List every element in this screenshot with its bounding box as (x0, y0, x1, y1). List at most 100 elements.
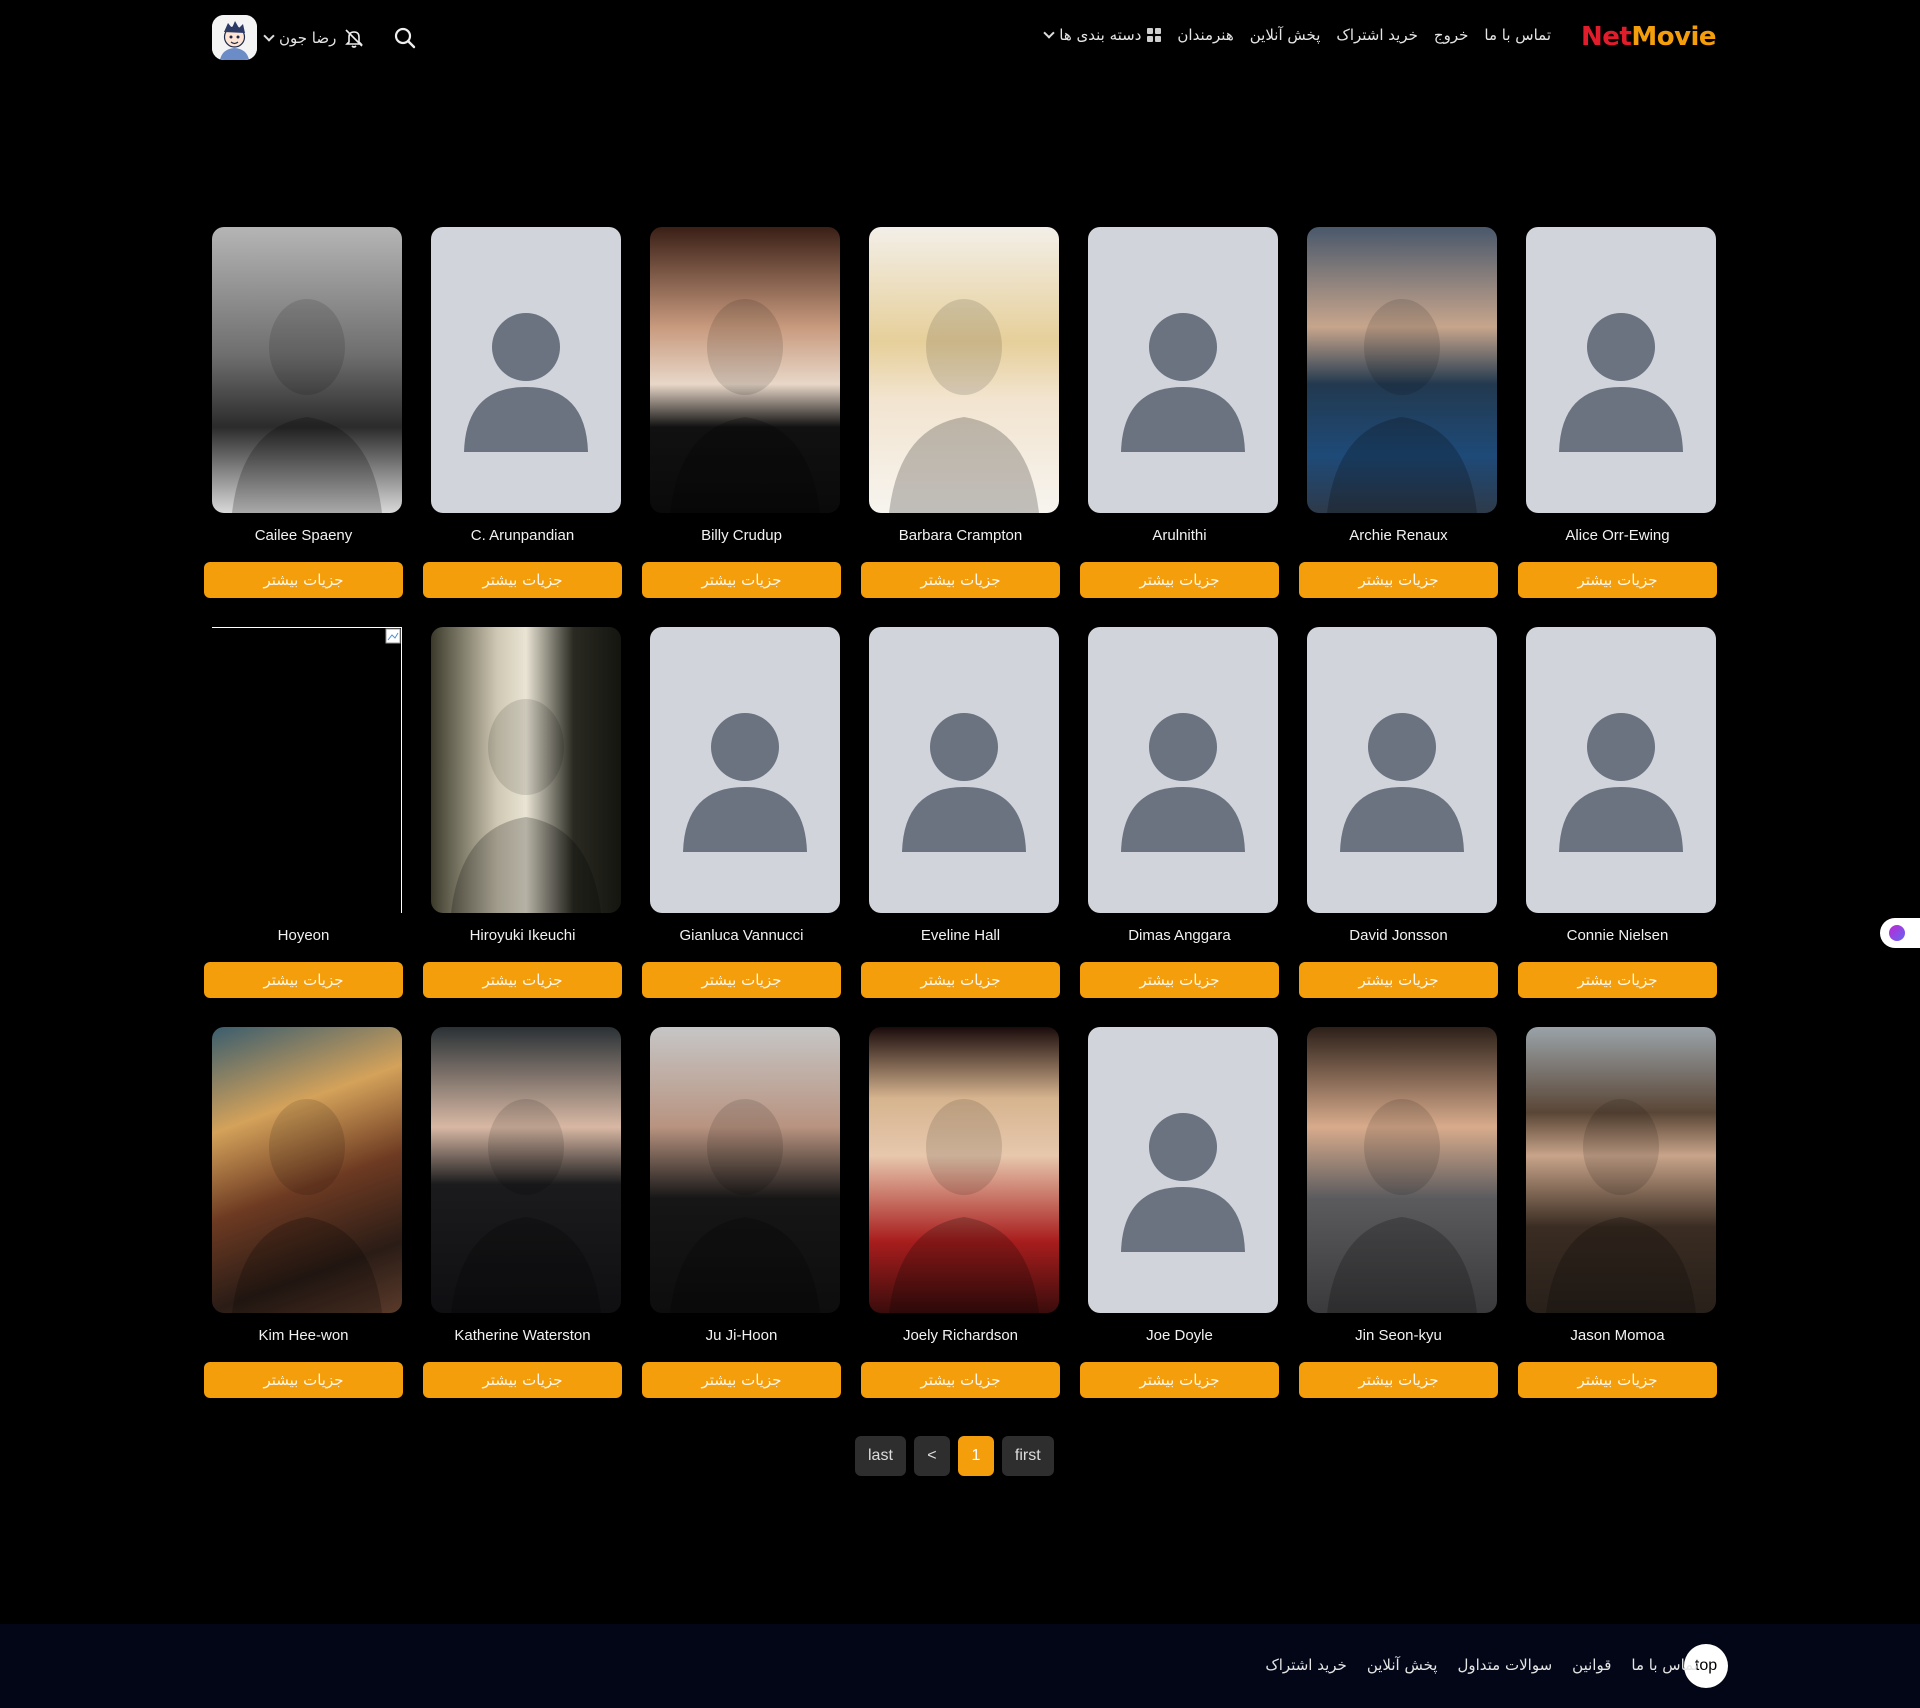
page-current-button[interactable]: 1 (957, 1436, 994, 1476)
page-first-button[interactable]: first (1001, 1436, 1054, 1476)
more-details-button[interactable]: جزیات بیشتر (642, 962, 841, 998)
actor-name: Alice Orr-Ewing (1565, 527, 1670, 544)
nav-stream[interactable]: پخش آنلاین (1250, 26, 1321, 44)
actor-grid: Cailee Spaeny جزیات بیشتر C. Arunpandian جز… (204, 227, 1717, 1427)
actor-photo[interactable] (650, 227, 840, 513)
user-placeholder-icon[interactable] (1088, 1027, 1278, 1313)
more-details-button[interactable]: جزیات بیشتر (861, 1362, 1060, 1398)
actor-name: David Jonsson (1349, 927, 1448, 944)
actor-card: Jin Seon-kyu جزیات بیشتر (1299, 1027, 1498, 1427)
actor-name: Kim Hee-won (258, 1327, 349, 1344)
more-details-button[interactable]: جزیات بیشتر (642, 562, 841, 598)
actor-name: Barbara Crampton (898, 527, 1023, 544)
broken-image-icon[interactable] (212, 627, 402, 913)
actor-name: Joe Doyle (1146, 1327, 1213, 1344)
more-details-button[interactable]: جزیات بیشتر (1080, 562, 1279, 598)
actor-photo[interactable] (1307, 227, 1497, 513)
more-details-button[interactable]: جزیات بیشتر (1080, 1362, 1279, 1398)
actor-photo[interactable] (1307, 1027, 1497, 1313)
user-placeholder-icon[interactable] (869, 627, 1059, 913)
nav-contact[interactable]: تماس با ما (1484, 26, 1551, 44)
more-details-button[interactable]: جزیات بیشتر (642, 1362, 841, 1398)
more-details-button[interactable]: جزیات بیشتر (204, 562, 403, 598)
actor-name: Dimas Anggara (1128, 927, 1231, 944)
page-last-button[interactable]: last (855, 1436, 906, 1476)
actor-name: Connie Nielsen (1566, 927, 1669, 944)
actor-card: Eveline Hall جزیات بیشتر (861, 627, 1060, 1027)
more-details-button[interactable]: جزیات بیشتر (1080, 962, 1279, 998)
user-placeholder-icon[interactable] (1088, 227, 1278, 513)
nav-categories[interactable]: دسته بندی ها (1043, 26, 1162, 44)
actor-card: Cailee Spaeny جزیات بیشتر (204, 227, 403, 627)
actor-name: Gianluca Vannucci (679, 927, 804, 944)
more-details-button[interactable]: جزیات بیشتر (423, 962, 622, 998)
user-name: رضا جون (279, 28, 337, 47)
actor-name: Cailee Spaeny (254, 527, 353, 544)
user-placeholder-icon[interactable] (1088, 627, 1278, 913)
search-icon[interactable] (394, 27, 416, 49)
user-placeholder-icon[interactable] (650, 627, 840, 913)
more-details-button[interactable]: جزیات بیشتر (861, 962, 1060, 998)
actor-name: Ju Ji-Hoon (705, 1327, 778, 1344)
user-placeholder-icon[interactable] (1526, 227, 1716, 513)
more-details-button[interactable]: جزیات بیشتر (1518, 562, 1717, 598)
actor-card: Katherine Waterston جزیات بیشتر (423, 1027, 622, 1427)
actor-name: Jason Momoa (1570, 1327, 1665, 1344)
footer-link[interactable]: سوالات متداول (1457, 1656, 1552, 1674)
user-name-dropdown[interactable]: رضا جون (263, 28, 337, 47)
user-placeholder-icon[interactable] (1307, 627, 1497, 913)
nav-logout[interactable]: خروج (1434, 26, 1468, 44)
actor-card: Connie Nielsen جزیات بیشتر (1518, 627, 1717, 1027)
actor-name: Katherine Waterston (454, 1327, 591, 1344)
actor-photo[interactable] (869, 1027, 1059, 1313)
actor-card: Ju Ji-Hoon جزیات بیشتر (642, 1027, 841, 1427)
page-prev-button[interactable]: < (913, 1436, 950, 1476)
actor-photo[interactable] (212, 1027, 402, 1313)
notification-bell-off-icon[interactable] (344, 28, 364, 48)
more-details-button[interactable]: جزیات بیشتر (1299, 962, 1498, 998)
actor-name: Jin Seon-kyu (1355, 1327, 1442, 1344)
logo-movie: Movie (1631, 22, 1717, 52)
actor-card: Archie Renaux جزیات بیشتر (1299, 227, 1498, 627)
nav-categories-label: دسته بندی ها (1059, 26, 1142, 44)
actor-photo[interactable] (1526, 1027, 1716, 1313)
actor-card: C. Arunpandian جزیات بیشتر (423, 227, 622, 627)
actor-name: Billy Crudup (701, 527, 782, 544)
actor-name: Joely Richardson (902, 1327, 1019, 1344)
more-details-button[interactable]: جزیات بیشتر (204, 962, 403, 998)
more-details-button[interactable]: جزیات بیشتر (204, 1362, 403, 1398)
actor-photo[interactable] (869, 227, 1059, 513)
actor-card: Barbara Crampton جزیات بیشتر (861, 227, 1060, 627)
more-details-button[interactable]: جزیات بیشتر (1518, 962, 1717, 998)
more-details-button[interactable]: جزیات بیشتر (423, 1362, 622, 1398)
main-nav: دسته بندی ها هنرمندان پخش آنلاین خرید اش… (1043, 26, 1551, 44)
nav-subscribe[interactable]: خرید اشتراک (1336, 26, 1418, 44)
actor-photo[interactable] (431, 627, 621, 913)
actor-card: Jason Momoa جزیات بیشتر (1518, 1027, 1717, 1427)
avatar[interactable] (212, 15, 257, 60)
nav-artists[interactable]: هنرمندان (1177, 26, 1233, 44)
footer-link[interactable]: خرید اشتراک (1265, 1656, 1347, 1674)
actor-name: Archie Renaux (1349, 527, 1448, 544)
user-placeholder-icon[interactable] (431, 227, 621, 513)
actor-card: Billy Crudup جزیات بیشتر (642, 227, 841, 627)
actor-photo[interactable] (431, 1027, 621, 1313)
site-logo[interactable]: NetMovie (1581, 22, 1717, 52)
actor-name: C. Arunpandian (470, 527, 575, 544)
actor-card: Alice Orr-Ewing جزیات بیشتر (1518, 227, 1717, 627)
assistant-widget-icon[interactable] (1880, 918, 1920, 948)
user-placeholder-icon[interactable] (1526, 627, 1716, 913)
actor-card: Gianluca Vannucci جزیات بیشتر (642, 627, 841, 1027)
footer-link[interactable]: قوانین (1572, 1656, 1611, 1674)
more-details-button[interactable]: جزیات بیشتر (423, 562, 622, 598)
user-menu[interactable]: رضا جون (212, 15, 364, 60)
actor-card: Dimas Anggara جزیات بیشتر (1080, 627, 1279, 1027)
more-details-button[interactable]: جزیات بیشتر (861, 562, 1060, 598)
footer-link[interactable]: پخش آنلاین (1367, 1656, 1438, 1674)
more-details-button[interactable]: جزیات بیشتر (1518, 1362, 1717, 1398)
actor-photo[interactable] (650, 1027, 840, 1313)
more-details-button[interactable]: جزیات بیشتر (1299, 1362, 1498, 1398)
actor-photo[interactable] (212, 227, 402, 513)
footer-link[interactable]: تماس با ما (1631, 1656, 1698, 1674)
more-details-button[interactable]: جزیات بیشتر (1299, 562, 1498, 598)
